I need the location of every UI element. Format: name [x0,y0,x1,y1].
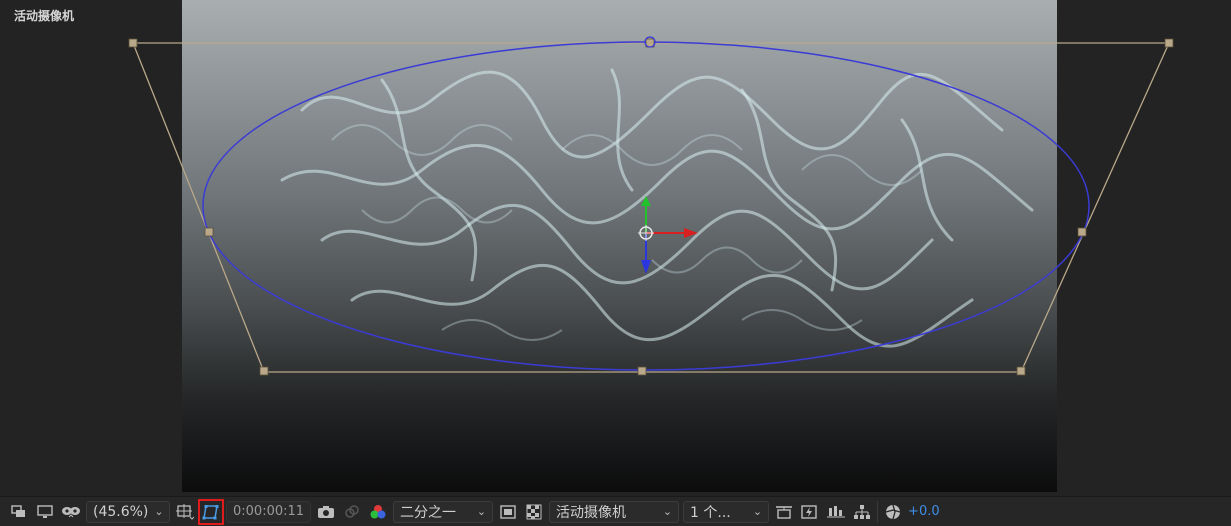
axis-gizmo[interactable] [638,196,698,274]
toolbar-separator [877,500,879,523]
always-preview-icon[interactable] [8,501,30,523]
grid-guides-icon[interactable] [174,501,196,523]
frame-handle[interactable] [259,366,269,376]
active-camera-select[interactable]: 活动摄像机 ⌄ [549,500,680,523]
camera-value: 活动摄像机 [556,504,627,521]
frame-handle[interactable] [1164,38,1174,48]
view-layout-select[interactable]: 1 个... ⌄ [683,500,770,523]
toggle-pixel-aspect-icon[interactable] [773,501,795,523]
exposure-value[interactable]: +0.0 [908,504,940,519]
chevron-down-icon: ⌄ [476,505,487,518]
flowchart-icon[interactable] [851,501,873,523]
frame-handle[interactable] [204,227,214,237]
camera-transform-icon[interactable] [198,498,224,525]
frame-handle[interactable] [128,38,138,48]
show-snapshot-icon[interactable] [341,501,363,523]
frame-handle[interactable] [637,366,647,376]
magnification-select[interactable]: (45.6%) ⌄ [86,500,170,523]
camera-frame [132,42,1171,373]
layer-overlay [128,36,1174,376]
chevron-down-icon: ⌄ [752,505,763,518]
magnification-value: (45.6%) [93,503,149,520]
reset-exposure-icon[interactable] [882,501,904,523]
mask-visibility-icon[interactable] [60,501,82,523]
viewer-toolbar: (45.6%) ⌄ 0:00:00:11 二分之一 ⌄ 活动摄像机 ⌄ 1 个.… [0,496,1231,526]
timeline-icon[interactable] [825,501,847,523]
monitor-icon[interactable] [34,501,56,523]
resolution-select[interactable]: 二分之一 ⌄ [393,500,494,523]
snapshot-icon[interactable] [315,501,337,523]
composition-viewer[interactable]: 活动摄像机 [0,0,1231,496]
views-value: 1 个... [690,504,731,521]
resolution-value: 二分之一 [400,504,457,521]
chevron-down-icon: ⌄ [662,505,673,518]
current-time-display[interactable]: 0:00:00:11 [226,500,312,523]
frame-handle[interactable] [1077,227,1087,237]
color-channels-icon[interactable] [367,501,389,523]
timecode: 0:00:00:11 [233,504,305,519]
chevron-down-icon: ⌄ [154,505,164,518]
frame-handle[interactable] [1016,366,1026,376]
transparency-grid-icon[interactable] [523,501,545,523]
region-of-interest-icon[interactable] [497,501,519,523]
fast-previews-icon[interactable] [799,501,821,523]
